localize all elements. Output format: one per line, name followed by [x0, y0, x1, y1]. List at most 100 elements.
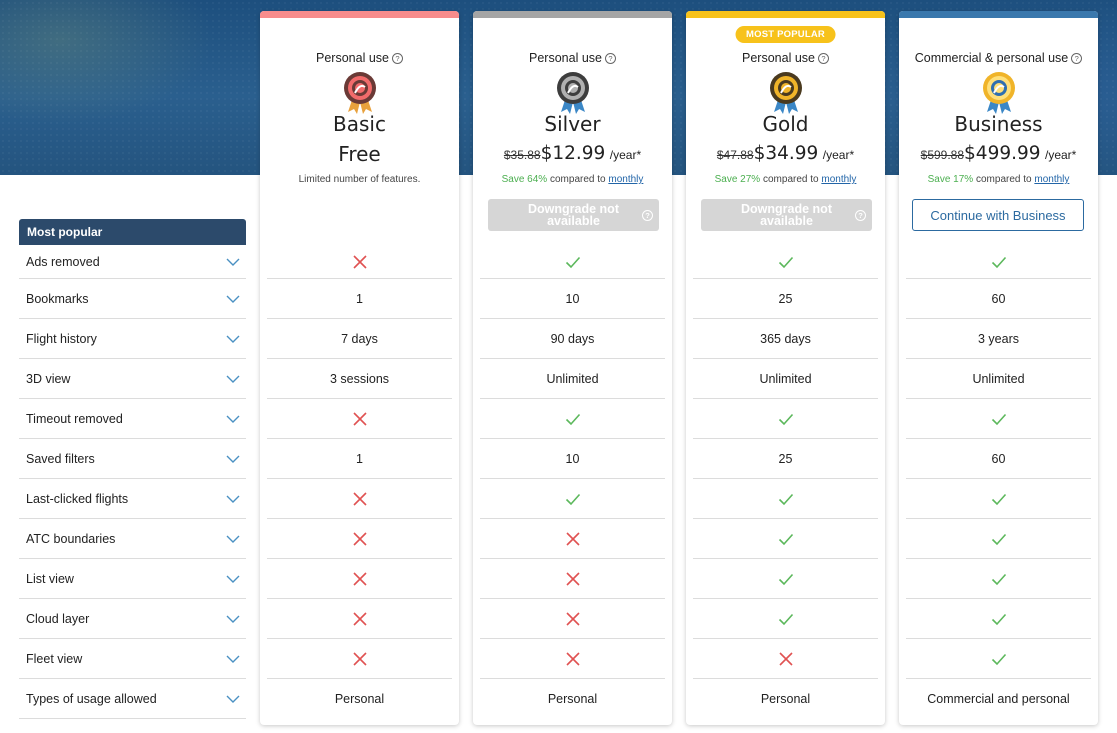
continue-with-business-button[interactable]: Continue with Business: [912, 199, 1084, 231]
check-icon: [480, 245, 665, 279]
feature-label: Last-clicked flights: [26, 491, 129, 506]
savings-note: Save 27% compared to monthly: [714, 174, 857, 185]
downgrade-button[interactable]: Downgrade not available?: [701, 199, 872, 231]
cross-icon: [693, 639, 878, 679]
feature-row[interactable]: Timeout removed: [19, 399, 246, 439]
check-icon: [693, 399, 878, 439]
plan-feature-cells: 60 3 years Unlimited 60 Commercial and perso…: [906, 245, 1091, 719]
savings-note: Save 17% compared to monthly: [927, 174, 1070, 185]
feature-value: 1: [267, 439, 452, 479]
check-icon: [480, 479, 665, 519]
chevron-down-icon[interactable]: [226, 414, 240, 424]
cross-icon: [267, 245, 452, 279]
plan-use-label: Personal use?: [260, 51, 459, 65]
chevron-down-icon[interactable]: [226, 694, 240, 704]
plan-card-business: Commercial & personal use? Business $599…: [899, 11, 1098, 725]
feature-value: 10: [480, 439, 665, 479]
plan-card-basic: Personal use? Basic Free Limited number …: [260, 11, 459, 725]
feature-value: 10: [480, 279, 665, 319]
feature-value: Personal: [760, 692, 811, 706]
downgrade-button[interactable]: Downgrade not available?: [488, 199, 659, 231]
plan-card-gold: MOST POPULAR Personal use? Gold $47.88$3…: [686, 11, 885, 725]
monthly-link[interactable]: monthly: [821, 174, 856, 185]
plan-limited-note: Limited number of features.: [298, 174, 421, 185]
feature-value: Personal: [547, 692, 598, 706]
plan-name: Basic: [333, 112, 386, 136]
chevron-down-icon[interactable]: [226, 294, 240, 304]
chevron-down-icon[interactable]: [226, 614, 240, 624]
check-icon: [906, 399, 1091, 439]
plan-card-accent: [686, 11, 885, 18]
silver-medal-icon: [556, 72, 589, 114]
chevron-down-icon[interactable]: [226, 534, 240, 544]
feature-row[interactable]: Ads removed: [19, 245, 246, 279]
feature-value: 3 years: [906, 319, 1091, 359]
plan-name: Gold: [762, 112, 809, 136]
feature-row[interactable]: ATC boundaries: [19, 519, 246, 559]
feature-list-header: Most popular: [19, 219, 246, 245]
cross-icon: [267, 399, 452, 439]
chevron-down-icon[interactable]: [226, 574, 240, 584]
plan-price: $599.88$499.99 /year*: [920, 143, 1077, 164]
feature-row[interactable]: Flight history: [19, 319, 246, 359]
plan-use-label: Personal use?: [686, 51, 885, 65]
current-price: $499.99: [964, 143, 1041, 164]
feature-row[interactable]: Fleet view: [19, 639, 246, 679]
feature-row[interactable]: Bookmarks: [19, 279, 246, 319]
feature-value: 7 days: [267, 319, 452, 359]
feature-value: 60: [906, 439, 1091, 479]
feature-row[interactable]: List view: [19, 559, 246, 599]
monthly-link[interactable]: monthly: [608, 174, 643, 185]
check-icon: [693, 245, 878, 279]
old-price: $599.88: [920, 148, 965, 162]
feature-label: Fleet view: [26, 651, 83, 666]
business-medal-icon: [982, 72, 1015, 114]
feature-row[interactable]: Last-clicked flights: [19, 479, 246, 519]
cross-icon: [267, 639, 452, 679]
plan-use-label: Commercial & personal use?: [899, 51, 1098, 65]
check-icon: [906, 639, 1091, 679]
current-price: $12.99: [540, 143, 606, 164]
plan-card-accent: [260, 11, 459, 18]
chevron-down-icon[interactable]: [226, 334, 240, 344]
feature-label: List view: [26, 571, 74, 586]
feature-label: Types of usage allowed: [26, 691, 157, 706]
help-icon[interactable]: ?: [604, 53, 616, 64]
check-icon: [906, 245, 1091, 279]
plan-name: Business: [954, 112, 1043, 136]
plan-price-free: Free: [338, 142, 381, 166]
feature-label: Ads removed: [26, 254, 100, 269]
plan-card-accent: [473, 11, 672, 18]
check-icon: [693, 479, 878, 519]
feature-label: ATC boundaries: [26, 531, 116, 546]
check-icon: [906, 479, 1091, 519]
chevron-down-icon[interactable]: [226, 494, 240, 504]
chevron-down-icon[interactable]: [226, 454, 240, 464]
cross-icon: [480, 599, 665, 639]
help-icon[interactable]: ?: [817, 53, 829, 64]
chevron-down-icon[interactable]: [226, 257, 240, 267]
chevron-down-icon[interactable]: [226, 654, 240, 664]
feature-value: 3 sessions: [267, 359, 452, 399]
plan-price: $35.88$12.99 /year*: [503, 143, 642, 164]
plan-feature-cells: 10 90 days Unlimited 10 Personal: [480, 245, 665, 719]
monthly-link[interactable]: monthly: [1034, 174, 1069, 185]
feature-row[interactable]: Types of usage allowed: [19, 679, 246, 719]
feature-value: Personal: [334, 692, 385, 706]
feature-label: Saved filters: [26, 451, 95, 466]
feature-row[interactable]: Cloud layer: [19, 599, 246, 639]
chevron-down-icon[interactable]: [226, 374, 240, 384]
feature-value: 365 days: [693, 319, 878, 359]
check-icon: [906, 519, 1091, 559]
feature-value: 25: [693, 439, 878, 479]
most-popular-badge: MOST POPULAR: [735, 26, 836, 43]
check-icon: [906, 599, 1091, 639]
feature-value: 60: [906, 279, 1091, 319]
plan-feature-cells: 25 365 days Unlimited 25 Personal: [693, 245, 878, 719]
feature-row[interactable]: Saved filters: [19, 439, 246, 479]
help-icon[interactable]: ?: [391, 53, 403, 64]
gold-medal-icon: [769, 72, 802, 114]
feature-label: Timeout removed: [26, 411, 123, 426]
help-icon[interactable]: ?: [1071, 53, 1083, 64]
feature-row[interactable]: 3D view: [19, 359, 246, 399]
